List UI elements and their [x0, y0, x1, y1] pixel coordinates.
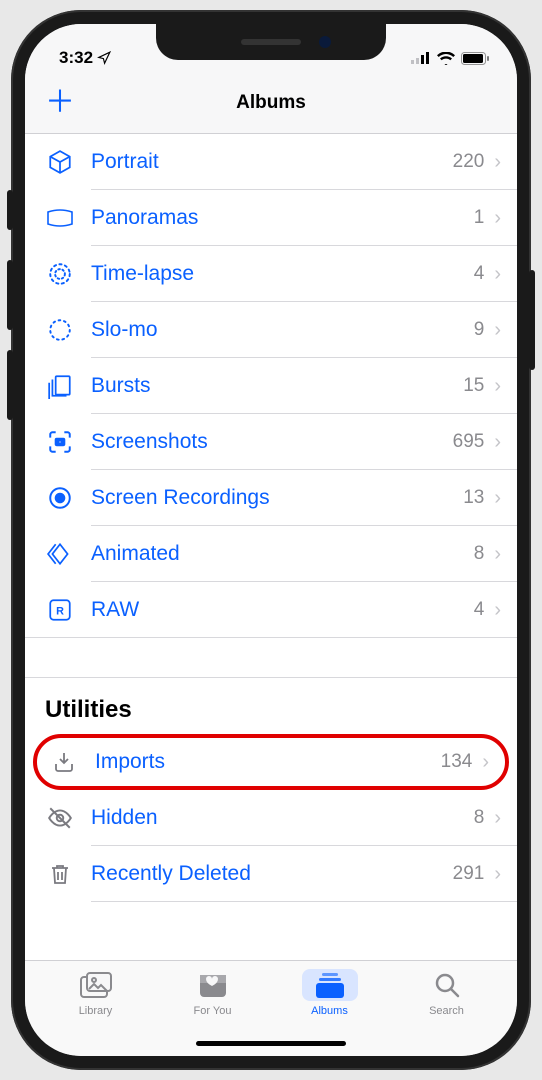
row-label: Animated: [91, 542, 474, 566]
nav-bar: ＋ Albums: [25, 76, 517, 134]
row-animated[interactable]: Animated 8 ›: [25, 526, 517, 582]
row-label: Panoramas: [91, 206, 474, 230]
hidden-icon: [45, 805, 75, 831]
row-label: Imports: [95, 750, 441, 774]
row-count: 1: [474, 207, 485, 229]
row-count: 220: [453, 151, 485, 173]
row-imports[interactable]: Imports 134 ›: [33, 734, 509, 790]
chevron-right-icon: ›: [484, 207, 517, 230]
row-count: 4: [474, 599, 485, 621]
search-icon: [433, 971, 461, 999]
row-label: Bursts: [91, 374, 463, 398]
row-count: 695: [453, 431, 485, 453]
animated-icon: [45, 541, 75, 567]
slomo-icon: [45, 317, 75, 343]
chevron-right-icon: ›: [484, 863, 517, 886]
tab-search[interactable]: Search: [402, 969, 492, 1056]
row-raw[interactable]: R RAW 4 ›: [25, 582, 517, 638]
trash-icon: [45, 862, 75, 886]
row-label: Time-lapse: [91, 262, 474, 286]
row-panoramas[interactable]: Panoramas 1 ›: [25, 190, 517, 246]
row-count: 4: [474, 263, 485, 285]
notch: [156, 24, 386, 60]
chevron-right-icon: ›: [484, 807, 517, 830]
chevron-right-icon: ›: [484, 375, 517, 398]
tab-label: For You: [194, 1005, 232, 1017]
row-bursts[interactable]: Bursts 15 ›: [25, 358, 517, 414]
bursts-icon: [45, 373, 75, 399]
panorama-icon: [45, 209, 75, 227]
raw-icon: R: [45, 597, 75, 623]
row-count: 134: [441, 751, 473, 773]
portrait-icon: [45, 149, 75, 175]
imports-icon: [49, 750, 79, 774]
row-portrait[interactable]: Portrait 220 ›: [25, 134, 517, 190]
section-gap: [25, 638, 517, 678]
albums-icon: [314, 971, 346, 999]
home-indicator[interactable]: [196, 1041, 346, 1046]
add-album-button[interactable]: ＋: [45, 88, 75, 118]
chevron-right-icon: ›: [484, 599, 517, 622]
row-label: Hidden: [91, 806, 474, 830]
page-title: Albums: [25, 92, 517, 114]
chevron-right-icon: ›: [484, 431, 517, 454]
chevron-right-icon: ›: [484, 487, 517, 510]
row-count: 8: [474, 807, 485, 829]
row-screenrecordings[interactable]: Screen Recordings 13 ›: [25, 470, 517, 526]
battery-icon: [461, 52, 489, 65]
row-count: 291: [453, 863, 485, 885]
chevron-right-icon: ›: [472, 751, 505, 774]
row-label: Slo-mo: [91, 318, 474, 342]
tab-label: Library: [79, 1005, 113, 1017]
phone-frame: 3:32 ＋ Albums Portrait 220: [11, 10, 531, 1070]
row-label: Portrait: [91, 150, 453, 174]
screen: 3:32 ＋ Albums Portrait 220: [25, 24, 517, 1056]
chevron-right-icon: ›: [484, 319, 517, 342]
row-count: 13: [463, 487, 484, 509]
chevron-right-icon: ›: [484, 543, 517, 566]
row-screenshots[interactable]: Screenshots 695 ›: [25, 414, 517, 470]
row-count: 8: [474, 543, 485, 565]
row-count: 15: [463, 375, 484, 397]
cellular-icon: [411, 52, 431, 64]
row-label: Screenshots: [91, 430, 453, 454]
chevron-right-icon: ›: [484, 151, 517, 174]
foryou-icon: [198, 971, 228, 999]
wifi-icon: [437, 52, 455, 65]
timelapse-icon: [45, 261, 75, 287]
tab-label: Search: [429, 1005, 464, 1017]
row-recently-deleted[interactable]: Recently Deleted 291 ›: [25, 846, 517, 902]
row-label: Recently Deleted: [91, 862, 453, 886]
tab-library[interactable]: Library: [51, 969, 141, 1056]
tab-label: Albums: [311, 1005, 348, 1017]
svg-text:R: R: [56, 605, 64, 617]
row-slomo[interactable]: Slo-mo 9 ›: [25, 302, 517, 358]
row-hidden[interactable]: Hidden 8 ›: [25, 790, 517, 846]
row-timelapse[interactable]: Time-lapse 4 ›: [25, 246, 517, 302]
utilities-section-header: Utilities: [25, 678, 517, 734]
library-icon: [79, 971, 113, 999]
row-count: 9: [474, 319, 485, 341]
status-time: 3:32: [59, 48, 93, 68]
screenshots-icon: [45, 429, 75, 455]
row-label: RAW: [91, 598, 474, 622]
chevron-right-icon: ›: [484, 263, 517, 286]
screen-recording-icon: [45, 485, 75, 511]
row-label: Screen Recordings: [91, 486, 463, 510]
location-icon: [97, 51, 111, 65]
album-list[interactable]: Portrait 220 › Panoramas 1 › Time-lapse …: [25, 134, 517, 960]
